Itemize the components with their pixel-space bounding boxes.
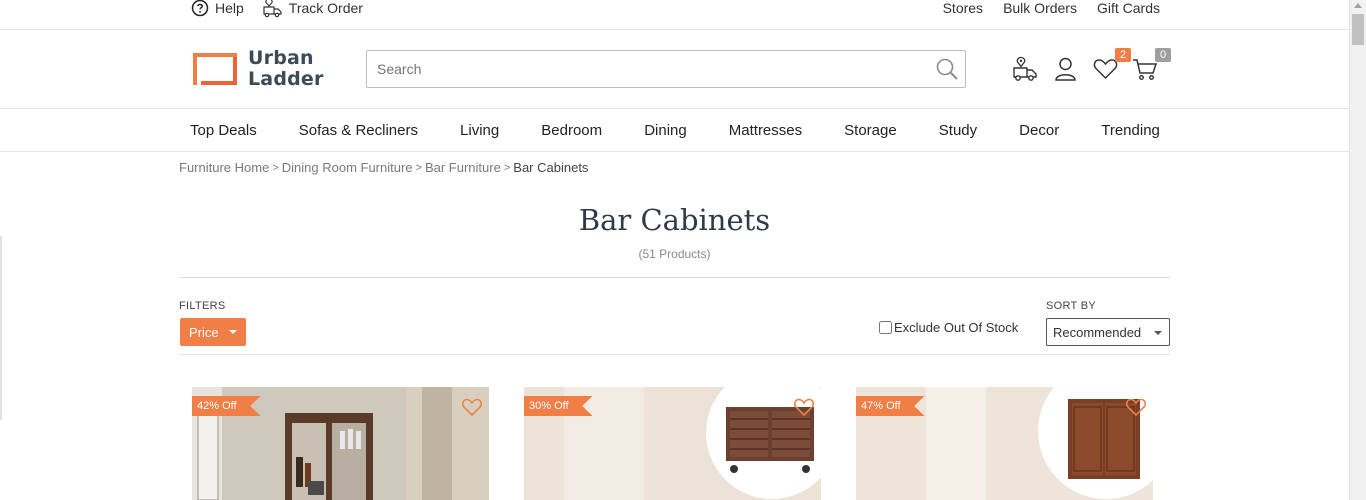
search-icon[interactable]	[935, 57, 959, 81]
nav-item-storage[interactable]: Storage	[844, 122, 897, 139]
breadcrumb-separator: >	[503, 161, 511, 174]
sort-by-value: Recommended	[1053, 324, 1142, 340]
cart-button[interactable]: 0	[1132, 48, 1171, 82]
breadcrumb: Furniture Home > Dining Room Furniture >…	[179, 160, 588, 175]
wishlist-heart-icon[interactable]	[461, 397, 483, 417]
caret-down-icon	[228, 330, 237, 334]
truck-location-icon	[263, 0, 282, 18]
category-nav: Top Deals Sofas & Recliners Living Bedro…	[0, 109, 1349, 152]
product-card[interactable]: 42% Off	[192, 387, 489, 500]
exclude-out-of-stock[interactable]: Exclude Out Of Stock	[879, 320, 1018, 335]
nav-item-decor[interactable]: Decor	[1019, 122, 1059, 139]
breadcrumb-separator: >	[272, 161, 279, 174]
caret-down-icon	[1154, 331, 1162, 335]
nav-item-dining[interactable]: Dining	[644, 122, 687, 139]
nav-item-living[interactable]: Living	[460, 122, 499, 139]
breadcrumb-item-furniture-home[interactable]: Furniture Home	[179, 160, 269, 175]
nav-item-mattresses[interactable]: Mattresses	[729, 122, 802, 139]
wishlist-heart-icon[interactable]	[1125, 397, 1147, 417]
page-scrollbar[interactable]	[1349, 0, 1366, 500]
breadcrumb-item-bar-furniture[interactable]: Bar Furniture	[425, 160, 501, 175]
logo-mark-icon	[191, 51, 239, 87]
wishlist-count-badge: 2	[1115, 48, 1131, 62]
nav-item-trending[interactable]: Trending	[1101, 122, 1160, 139]
scrollbar-thumb[interactable]	[1352, 14, 1364, 45]
logo-text: Urban Ladder	[248, 47, 324, 90]
wishlist-button[interactable]: 2	[1092, 48, 1131, 82]
side-edge	[0, 236, 2, 420]
product-card[interactable]: 47% Off	[856, 387, 1153, 500]
top-utility-bar: Help Track Order Stores Bulk Orders Gift…	[0, 0, 1349, 30]
nav-item-top-deals[interactable]: Top Deals	[190, 122, 257, 139]
store-locator-button[interactable]	[1012, 56, 1039, 82]
scroll-up-arrow-icon[interactable]	[1354, 3, 1362, 8]
cart-count-badge: 0	[1155, 48, 1171, 62]
track-order-link[interactable]: Track Order	[262, 0, 363, 18]
user-icon	[1055, 57, 1076, 81]
page-title: Bar Cabinets	[578, 203, 771, 237]
exclude-out-of-stock-checkbox[interactable]	[879, 321, 892, 334]
header-icons: 2 0	[1012, 48, 1172, 82]
breadcrumb-separator: >	[415, 161, 422, 174]
product-card[interactable]: 30% Off	[524, 387, 821, 500]
topbar-right: Stores Bulk Orders Gift Cards	[923, 0, 1160, 16]
truck-location-icon	[1013, 56, 1037, 81]
price-filter-label: Price	[189, 324, 219, 340]
stores-link[interactable]: Stores	[943, 0, 983, 16]
breadcrumb-item-current: Bar Cabinets	[513, 160, 589, 175]
product-count: (51 Products)	[638, 247, 711, 261]
help-icon	[191, 0, 209, 17]
wishlist-heart-icon[interactable]	[793, 397, 815, 417]
track-order-label: Track Order	[288, 0, 363, 16]
sort-by-select[interactable]: Recommended	[1046, 318, 1170, 346]
nav-item-study[interactable]: Study	[939, 122, 977, 139]
help-label: Help	[215, 0, 244, 16]
gift-cards-link[interactable]: Gift Cards	[1097, 0, 1160, 16]
sort-by-label: SORT BY	[1046, 300, 1096, 312]
account-button[interactable]	[1052, 56, 1079, 82]
exclude-out-of-stock-label: Exclude Out Of Stock	[894, 320, 1019, 335]
search-input[interactable]	[367, 51, 965, 87]
topbar-left: Help Track Order	[191, 0, 381, 18]
filters-label: FILTERS	[179, 300, 226, 312]
search-box[interactable]	[366, 50, 966, 88]
nav-item-bedroom[interactable]: Bedroom	[541, 122, 602, 139]
urban-ladder-logo[interactable]: Urban Ladder	[191, 48, 324, 90]
breadcrumb-item-dining-room[interactable]: Dining Room Furniture	[282, 160, 413, 175]
nav-item-sofas-recliners[interactable]: Sofas & Recliners	[299, 122, 418, 139]
price-filter-button[interactable]: Price	[180, 318, 246, 346]
main-header: Urban Ladder Search 2 0	[0, 30, 1349, 109]
help-link[interactable]: Help	[191, 0, 244, 17]
bulk-orders-link[interactable]: Bulk Orders	[1003, 0, 1077, 16]
divider	[179, 277, 1170, 278]
divider	[179, 354, 1170, 355]
